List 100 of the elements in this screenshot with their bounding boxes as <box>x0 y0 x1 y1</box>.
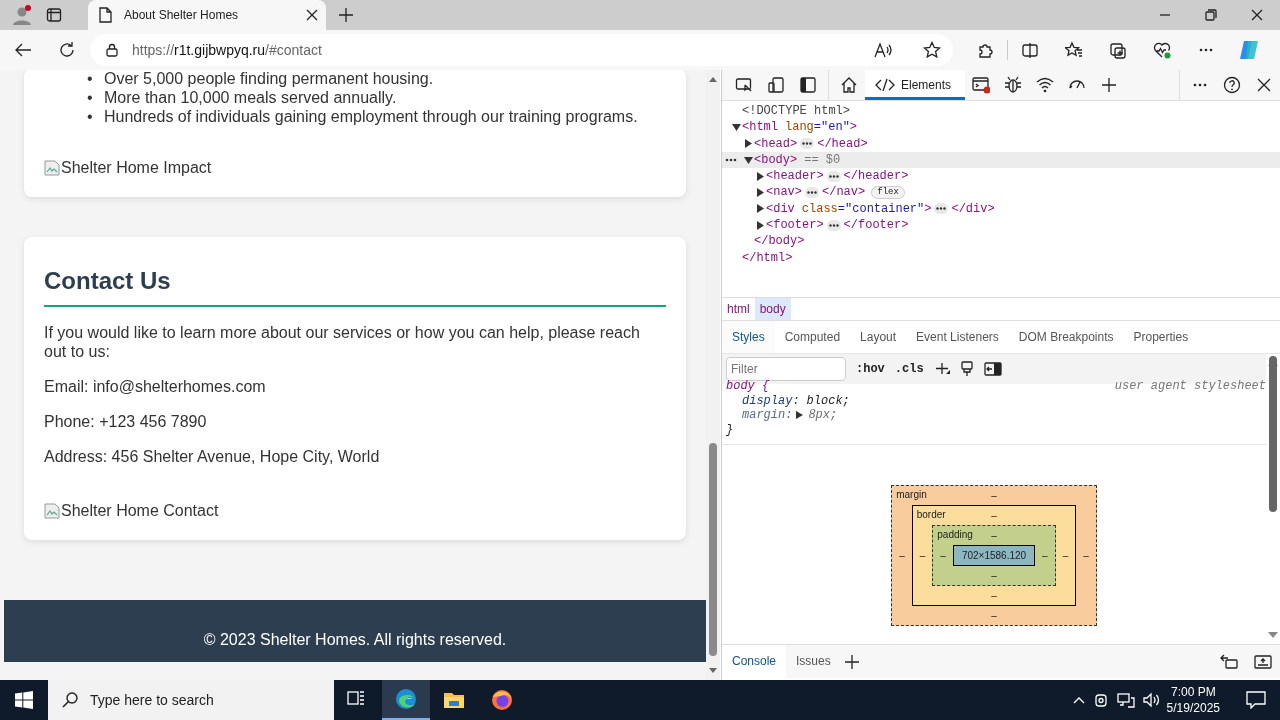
expanded-arrow-icon[interactable] <box>731 123 741 131</box>
html-tag[interactable]: </div> <box>951 200 995 218</box>
panel-tab[interactable]: Event Listeners <box>906 321 1009 353</box>
ellipsis-icon <box>828 174 839 178</box>
favorites-icon[interactable] <box>1065 41 1083 59</box>
collapsed-node-button[interactable] <box>805 187 819 199</box>
new-tab-icon[interactable] <box>338 7 354 23</box>
html-tag[interactable]: <body> <box>754 151 798 169</box>
taskbar-app[interactable] <box>382 680 430 720</box>
panel-tab[interactable]: Layout <box>850 321 907 353</box>
panel-tab[interactable]: Styles <box>722 321 775 353</box>
toggle-button[interactable]: .cls <box>894 362 924 376</box>
html-tag[interactable]: </body> <box>754 233 805 250</box>
dock-drawer-icon[interactable] <box>1220 653 1238 670</box>
css-declaration: display: block; <box>741 393 851 408</box>
extensions-icon[interactable] <box>976 41 994 59</box>
row-menu-icon[interactable] <box>725 157 737 162</box>
undock-icon[interactable] <box>1254 654 1272 669</box>
panel-tab[interactable]: DOM Breakpoints <box>1008 321 1124 353</box>
filter-field[interactable]: Filter <box>726 357 846 381</box>
image-alt-text: Shelter Home Impact <box>61 159 212 177</box>
chevron-up-icon[interactable] <box>1072 696 1085 704</box>
drawer-tab[interactable]: Issues <box>786 645 841 678</box>
inspect-icon[interactable] <box>735 76 753 94</box>
close-icon[interactable] <box>306 9 318 21</box>
drawer-tab[interactable]: Console <box>722 645 787 678</box>
taskbar-clock[interactable]: 7:00 PM 5/19/2025 <box>1166 684 1220 716</box>
collapsed-arrow-icon[interactable] <box>756 188 764 198</box>
html-tag[interactable]: </footer> <box>843 217 909 234</box>
home-icon[interactable] <box>840 76 858 94</box>
breadcrumb[interactable]: html <box>722 298 755 320</box>
collapsed-arrow-icon[interactable] <box>744 139 752 149</box>
device-icon[interactable] <box>767 76 785 94</box>
breadcrumb[interactable]: body <box>754 298 791 320</box>
address-bar[interactable]: https://r1t.gijbwpyq.ru/#contact <box>90 34 953 66</box>
browser-tab[interactable]: About Shelter Homes <box>88 0 326 30</box>
read-aloud-icon[interactable] <box>873 42 893 58</box>
scroll-up-icon[interactable] <box>709 76 717 82</box>
selected-node-row[interactable]: <body> == $0 <box>722 151 1280 169</box>
html-tag[interactable]: </nav> <box>822 184 866 201</box>
rule-brace: } <box>726 422 735 437</box>
box-value: – <box>939 549 947 563</box>
add-tool-icon[interactable] <box>1100 76 1119 94</box>
taskbar-search[interactable]: Type here to search <box>48 680 334 720</box>
heart-pulse-icon[interactable] <box>1153 41 1171 59</box>
collections-icon[interactable] <box>1109 41 1127 59</box>
collapsed-arrow-icon[interactable] <box>756 220 764 230</box>
html-tag[interactable]: <div class="container"> <box>766 200 932 218</box>
html-tag[interactable]: <footer> <box>766 217 824 234</box>
split-screen-icon[interactable] <box>1021 41 1039 59</box>
close-icon[interactable] <box>1255 76 1273 94</box>
scrollbar-thumb[interactable] <box>709 442 717 656</box>
collapsed-node-button[interactable] <box>826 219 841 231</box>
html-tag[interactable]: <nav> <box>766 184 802 201</box>
scroll-down-icon[interactable] <box>709 668 717 674</box>
html-tag[interactable]: <head> <box>754 135 798 152</box>
sidebar-toggle-icon[interactable] <box>983 362 1002 376</box>
dock-icon[interactable] <box>799 76 817 94</box>
add-tab-icon[interactable] <box>844 654 859 669</box>
meet-icon[interactable] <box>1092 692 1109 708</box>
tab-actions-icon[interactable] <box>46 7 62 23</box>
scroll-down-icon[interactable] <box>1268 632 1278 638</box>
content-size: 702×1586.120 <box>952 545 1036 566</box>
console-error-icon[interactable] <box>972 76 991 94</box>
html-tag[interactable]: <!DOCTYPE html> <box>742 103 851 120</box>
box-label: margin <box>896 489 927 500</box>
expanded-arrow-icon[interactable] <box>743 156 753 164</box>
bug-icon[interactable] <box>1004 76 1023 94</box>
star-icon[interactable] <box>923 41 941 59</box>
scrollbar-thumb[interactable] <box>1269 356 1277 512</box>
close-icon[interactable] <box>1251 9 1263 21</box>
windows-start-icon[interactable] <box>15 691 33 709</box>
notification-icon[interactable] <box>1246 691 1266 709</box>
html-tag[interactable]: <header> <box>766 168 824 185</box>
elements-tab[interactable]: Elements <box>865 70 966 100</box>
collapsed-arrow-icon[interactable] <box>756 204 764 214</box>
toggle-button[interactable]: :hov <box>856 362 885 376</box>
paint-brush-icon[interactable] <box>959 361 974 377</box>
panel-tab[interactable]: Computed <box>774 321 851 353</box>
flex-badge[interactable]: flex <box>871 186 905 200</box>
html-tag[interactable]: <html lang="en"> <box>742 119 858 136</box>
node-reference: == $0 <box>804 151 841 169</box>
collapsed-node-button[interactable] <box>934 203 949 215</box>
html-tag[interactable]: </head> <box>817 135 868 152</box>
refresh-icon[interactable] <box>58 41 76 59</box>
back-icon[interactable] <box>14 42 32 58</box>
new-rule-icon[interactable] <box>933 361 950 377</box>
collapsed-arrow-icon[interactable] <box>756 171 764 181</box>
network-icon[interactable] <box>1116 692 1135 708</box>
expand-arrow-icon[interactable] <box>796 411 805 420</box>
collapsed-node-button[interactable] <box>800 138 815 150</box>
html-tag[interactable]: </html> <box>742 249 793 266</box>
restore-icon[interactable] <box>1205 9 1217 21</box>
volume-icon[interactable] <box>1142 692 1161 708</box>
html-tag[interactable]: </header> <box>843 168 909 185</box>
panel-tab[interactable]: Properties <box>1123 321 1199 353</box>
help-icon[interactable] <box>1223 76 1241 94</box>
collapsed-node-button[interactable] <box>826 170 841 182</box>
box-value: – <box>990 529 998 543</box>
wifi-icon[interactable] <box>1036 76 1055 94</box>
